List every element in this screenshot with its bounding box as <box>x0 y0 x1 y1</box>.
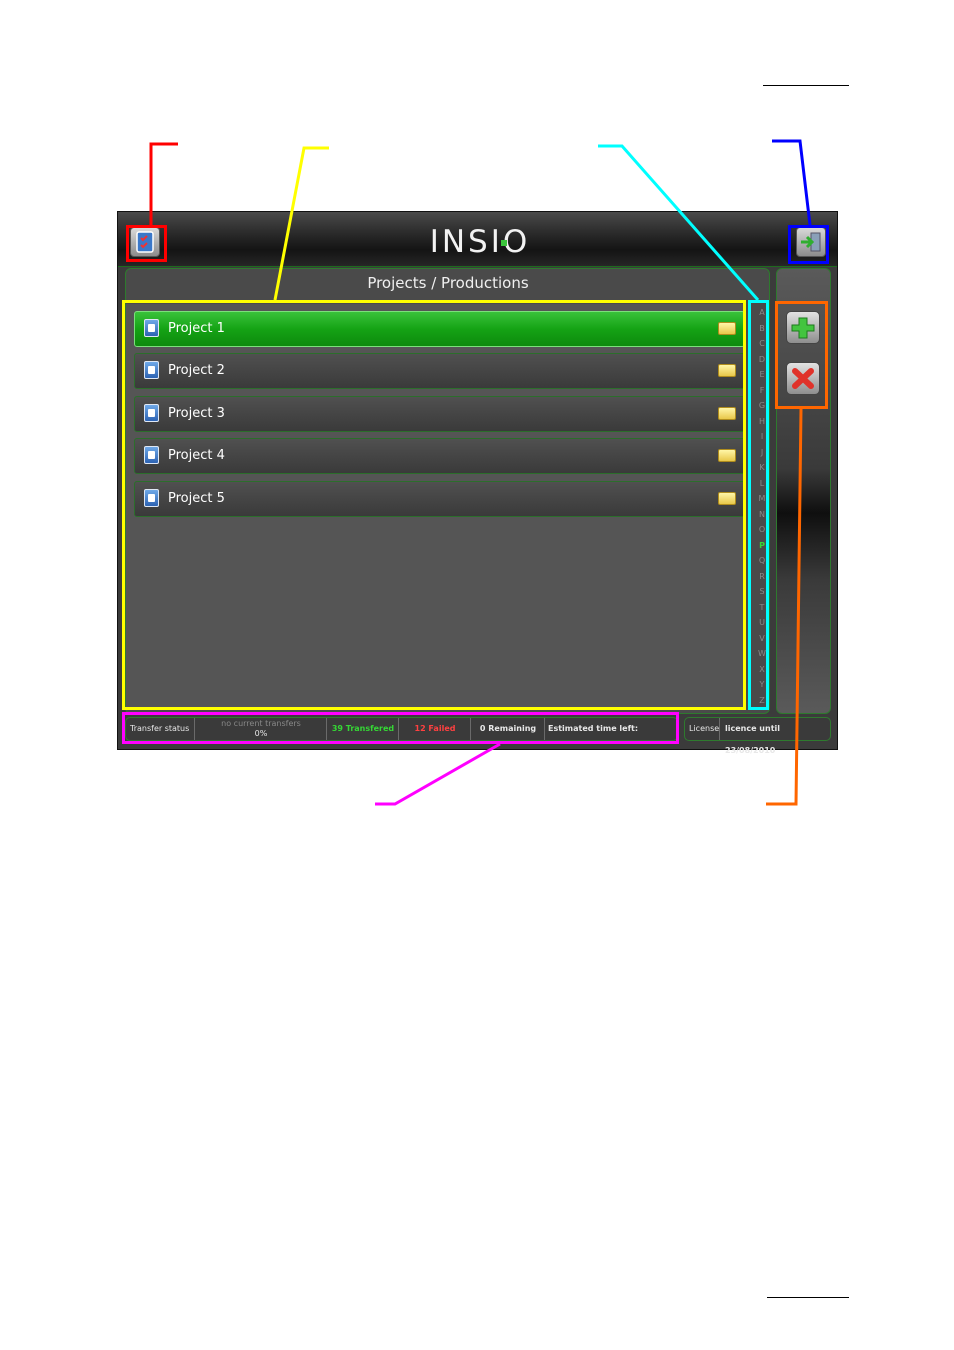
annotation-box-red <box>126 225 167 262</box>
annotation-box-orange <box>775 301 828 409</box>
annotation-box-magenta <box>122 712 679 744</box>
annotation-box-blue <box>788 225 829 264</box>
logo-accent <box>501 240 507 246</box>
panel-title: Projects / Productions <box>367 274 529 292</box>
title-bar: INSIO <box>118 212 837 267</box>
app-logo: INSIO <box>429 224 531 260</box>
footer-rule <box>767 1297 849 1298</box>
license-label: License <box>689 718 720 740</box>
annotation-box-yellow <box>122 300 746 710</box>
license-value: licence until 23/08/2010 <box>725 724 780 755</box>
annotation-box-cyan <box>748 300 769 710</box>
leader-magenta <box>375 742 501 806</box>
license-bar: License licence until 23/08/2010 <box>684 717 831 755</box>
header-rule <box>763 85 849 86</box>
